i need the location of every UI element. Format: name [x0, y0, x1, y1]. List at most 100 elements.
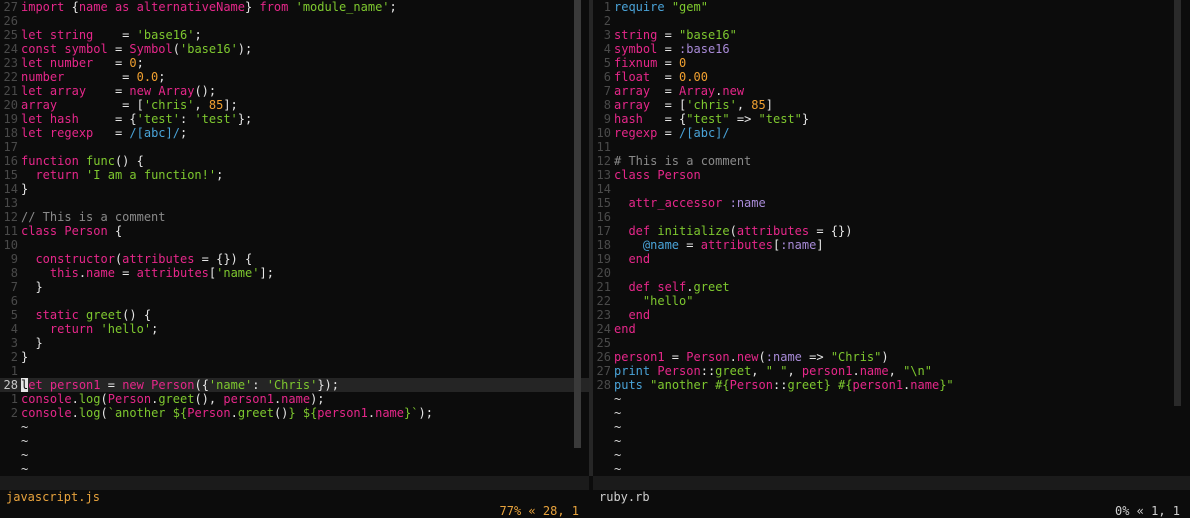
- syntax-token: person1: [223, 392, 274, 406]
- line-number: 19: [596, 252, 611, 266]
- code-line[interactable]: 17 def initialize(attributes = {}): [593, 224, 1190, 238]
- empty-buffer-line[interactable]: ~: [593, 434, 1190, 448]
- code-line[interactable]: 1 console.log(Person.greet(), person1.nam…: [0, 392, 589, 406]
- code-line[interactable]: 12// This is a comment: [0, 210, 589, 224]
- code-line[interactable]: 13: [0, 196, 589, 210]
- code-line[interactable]: 26 person1 = Person.new(:name => "Chris"): [593, 350, 1190, 364]
- code-line[interactable]: 5 static greet() {: [0, 308, 589, 322]
- code-text: static greet() {: [21, 308, 151, 322]
- code-text: [614, 210, 628, 224]
- syntax-token: 'chris': [143, 98, 195, 112]
- empty-buffer-line[interactable]: ~: [593, 406, 1190, 420]
- code-line[interactable]: 24 end: [593, 322, 1190, 336]
- code-line[interactable]: 14}: [0, 182, 589, 196]
- empty-buffer-line[interactable]: ~: [593, 392, 1190, 406]
- empty-buffer-line[interactable]: ~: [0, 420, 589, 434]
- editor-pane-ruby[interactable]: 1 require "gem" 2 3 string = "base16" 4 symbol…: [593, 0, 1190, 476]
- code-line[interactable]: 19 let hash = {'test': 'test'};: [0, 112, 589, 126]
- code-line[interactable]: 4 symbol = :base16: [593, 42, 1190, 56]
- code-line[interactable]: 13 class Person: [593, 168, 1190, 182]
- empty-buffer-line[interactable]: ~: [0, 448, 589, 462]
- syntax-token: [21, 168, 35, 182]
- code-line[interactable]: 8 array = ['chris', 85]: [593, 98, 1190, 112]
- empty-buffer-line[interactable]: ~: [593, 448, 1190, 462]
- code-line[interactable]: 12 # This is a comment: [593, 154, 1190, 168]
- code-line[interactable]: 15 return 'I am a function!';: [0, 168, 589, 182]
- code-line[interactable]: 18 @name = attributes[:name]: [593, 238, 1190, 252]
- code-line[interactable]: 22 number = 0.0;: [0, 70, 589, 84]
- code-line[interactable]: 2: [593, 14, 1190, 28]
- empty-buffer-line[interactable]: ~: [0, 462, 589, 476]
- code-line[interactable]: 21 def self.greet: [593, 280, 1190, 294]
- code-line[interactable]: 25: [593, 336, 1190, 350]
- code-line[interactable]: 23 let number = 0;: [0, 56, 589, 70]
- syntax-token: ;: [194, 28, 202, 42]
- code-line[interactable]: 16: [593, 210, 1190, 224]
- syntax-token: [108, 0, 115, 14]
- code-line[interactable]: 24 const symbol = Symbol('base16');: [0, 42, 589, 56]
- syntax-token: .: [78, 266, 87, 280]
- code-line[interactable]: 7 }: [0, 280, 589, 294]
- syntax-token: attributes: [122, 252, 195, 266]
- code-line[interactable]: 2 console.log(`another ${Person.greet()} …: [0, 406, 589, 420]
- syntax-token: =: [657, 28, 680, 42]
- code-line[interactable]: 9 constructor(attributes = {}) {: [0, 252, 589, 266]
- code-line[interactable]: 27 print Person::greet, " ", person1.name…: [593, 364, 1190, 378]
- syntax-token: return: [35, 168, 79, 182]
- code-line[interactable]: 7 array = Array.new: [593, 84, 1190, 98]
- code-line[interactable]: 28 let person1 = new Person({'name': 'Chr…: [0, 378, 589, 392]
- code-line[interactable]: 20 array = ['chris', 85];: [0, 98, 589, 112]
- code-line[interactable]: 10: [0, 238, 589, 252]
- line-number: 21: [3, 84, 18, 98]
- code-line[interactable]: 8 this.name = attributes['name'];: [0, 266, 589, 280]
- code-text: let string = 'base16';: [21, 28, 202, 42]
- code-line[interactable]: 27 import {name as alternativeName} from …: [0, 0, 589, 14]
- code-line[interactable]: 6 float = 0.00: [593, 70, 1190, 84]
- code-line[interactable]: 4 return 'hello';: [0, 322, 589, 336]
- code-line[interactable]: 21 let array = new Array();: [0, 84, 589, 98]
- empty-buffer-line[interactable]: ~: [593, 462, 1190, 476]
- scrollbar-right[interactable]: [1174, 0, 1181, 406]
- code-line[interactable]: 26: [0, 14, 589, 28]
- line-number: 1: [603, 0, 611, 14]
- empty-buffer-line[interactable]: ~: [593, 420, 1190, 434]
- line-number: 16: [3, 154, 18, 168]
- code-line[interactable]: 20: [593, 266, 1190, 280]
- code-line[interactable]: 18 let regexp = /[abc]/;: [0, 126, 589, 140]
- syntax-token: [79, 168, 86, 182]
- code-line[interactable]: 15 attr_accessor :name: [593, 196, 1190, 210]
- line-number: 1: [10, 364, 18, 378]
- code-line[interactable]: 2}: [0, 350, 589, 364]
- code-line[interactable]: 6: [0, 294, 589, 308]
- empty-buffer-line[interactable]: ~: [0, 434, 589, 448]
- code-line[interactable]: 11: [593, 140, 1190, 154]
- code-text: symbol = :base16: [614, 42, 730, 56]
- code-line[interactable]: 1: [0, 364, 589, 378]
- code-line[interactable]: 3 }: [0, 336, 589, 350]
- code-line[interactable]: 5 fixnum = 0: [593, 56, 1190, 70]
- line-number: 16: [596, 210, 611, 224]
- code-line[interactable]: 17: [0, 140, 589, 154]
- code-text: return 'I am a function!';: [21, 168, 223, 182]
- code-line[interactable]: 9 hash = {"test" => "test"}: [593, 112, 1190, 126]
- code-line[interactable]: 16 function func() {: [0, 154, 589, 168]
- line-number: 8: [10, 266, 18, 280]
- code-line[interactable]: 28 puts "another #{Person::greet} #{perso…: [593, 378, 1190, 392]
- line-number: 27: [596, 364, 611, 378]
- code-line[interactable]: 11 class Person {: [0, 224, 589, 238]
- syntax-token: let: [21, 84, 43, 98]
- code-line[interactable]: 19 end: [593, 252, 1190, 266]
- code-line[interactable]: 3 string = "base16": [593, 28, 1190, 42]
- syntax-token: [43, 126, 50, 140]
- code-line[interactable]: 1 require "gem": [593, 0, 1190, 14]
- code-line[interactable]: 10 regexp = /[abc]/: [593, 126, 1190, 140]
- code-line[interactable]: 14: [593, 182, 1190, 196]
- code-line[interactable]: 23 end: [593, 308, 1190, 322]
- code-line[interactable]: 22 "hello": [593, 294, 1190, 308]
- code-line[interactable]: 25 let string = 'base16';: [0, 28, 589, 42]
- syntax-token: (: [100, 406, 108, 420]
- syntax-token: "gem": [671, 0, 708, 14]
- editor-pane-javascript[interactable]: 27 import {name as alternativeName} from …: [0, 0, 589, 476]
- syntax-token: ~: [614, 392, 622, 406]
- scrollbar-left[interactable]: [574, 0, 581, 448]
